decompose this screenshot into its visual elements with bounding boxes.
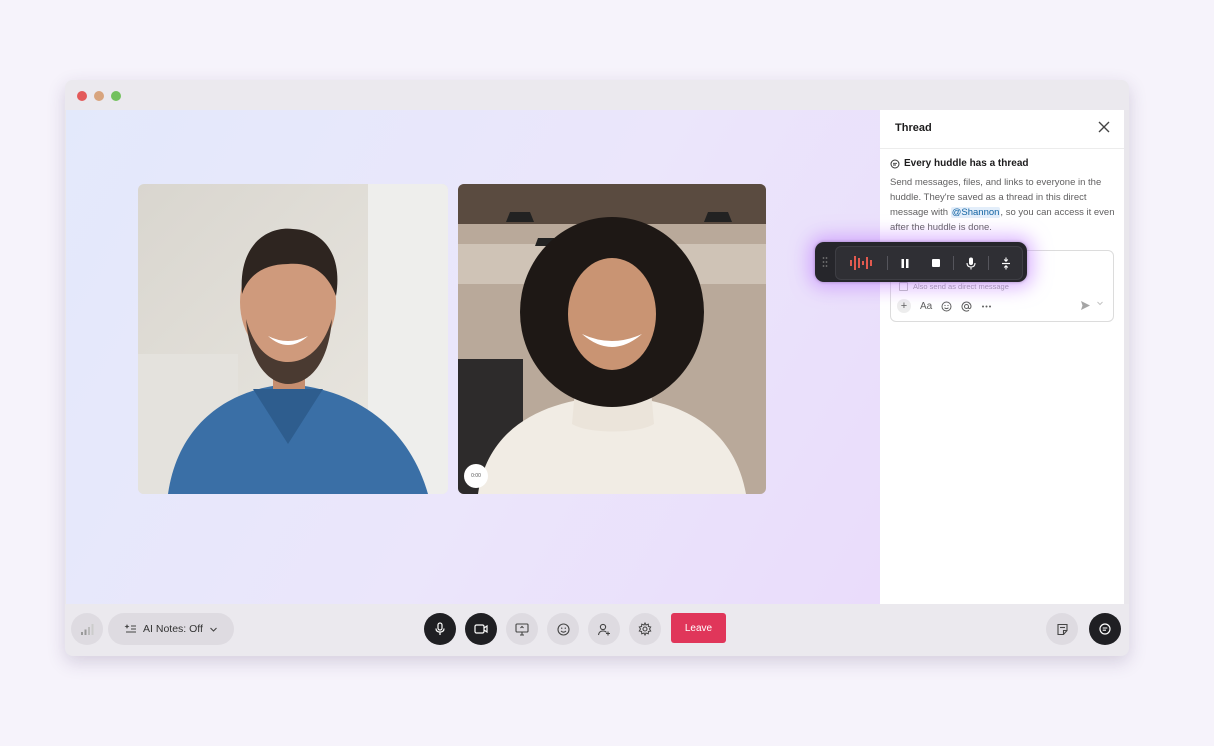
leave-button[interactable]: Leave [671, 613, 726, 643]
camera-button[interactable] [465, 613, 497, 645]
thread-panel: Thread Every huddle has a thread Send me… [880, 110, 1124, 604]
video-stage: 0:00 [66, 110, 880, 604]
title-bar [65, 80, 1129, 110]
thread-toggle-button[interactable] [1089, 613, 1121, 645]
also-send-checkbox[interactable]: Also send as direct message [899, 282, 1009, 291]
ai-notes-label: AI Notes: Off [143, 623, 203, 635]
pause-recording-button[interactable] [897, 255, 913, 271]
emoji-icon[interactable] [941, 301, 952, 312]
thread-info-title: Every huddle has a thread [904, 158, 1029, 169]
mute-button[interactable] [424, 613, 456, 645]
mention-icon[interactable] [961, 301, 972, 312]
add-attachment-button[interactable]: + [897, 299, 911, 313]
recording-mic-button[interactable] [963, 255, 979, 271]
camera-icon [474, 624, 488, 634]
recording-waveform [848, 255, 876, 271]
video-tile-participant-2[interactable]: 0:00 [458, 184, 766, 494]
close-window-button[interactable] [77, 91, 87, 101]
close-icon [1098, 121, 1110, 133]
stop-recording-button[interactable] [928, 255, 944, 271]
microphone-icon [435, 622, 445, 635]
collapse-icon [1002, 257, 1010, 269]
mention-link[interactable]: @Shannon [950, 207, 1001, 218]
send-button[interactable] [1080, 300, 1091, 314]
separator [953, 256, 954, 270]
chevron-down-icon [1097, 301, 1103, 306]
chevron-down-icon [210, 627, 217, 632]
separator [988, 256, 989, 270]
pause-icon [901, 258, 909, 268]
thread-title: Thread [895, 122, 932, 134]
checkbox-box[interactable] [899, 282, 908, 291]
reactions-button[interactable] [547, 613, 579, 645]
ai-notes-icon [124, 624, 137, 633]
send-options-button[interactable] [1096, 299, 1104, 309]
invite-people-button[interactable] [588, 613, 620, 645]
participant-1-video [138, 184, 448, 494]
settings-button[interactable] [629, 613, 661, 645]
participant-2-video [458, 184, 766, 494]
canvas-icon [1056, 623, 1068, 635]
thread-header: Thread [880, 110, 1124, 149]
settings-icon [638, 622, 652, 636]
thread-info-body: Send messages, files, and links to every… [890, 175, 1118, 235]
recording-controls [835, 246, 1023, 280]
stop-icon [932, 259, 940, 267]
microphone-icon [966, 257, 976, 269]
video-status-badge: 0:00 [464, 464, 488, 488]
recording-toolbar[interactable] [815, 242, 1027, 282]
composer-toolbar: + Aa [897, 299, 992, 313]
thread-icon [1099, 623, 1111, 635]
screen-share-icon [515, 622, 529, 636]
format-button[interactable]: Aa [920, 301, 932, 312]
more-icon[interactable] [981, 301, 992, 312]
send-icon [1081, 301, 1090, 310]
checkbox-label: Also send as direct message [913, 282, 1009, 291]
maximize-window-button[interactable] [111, 91, 121, 101]
ai-notes-button[interactable]: AI Notes: Off [108, 613, 234, 645]
thread-info-heading: Every huddle has a thread [890, 158, 1118, 169]
canvas-button[interactable] [1046, 613, 1078, 645]
grip-icon[interactable] [822, 256, 828, 268]
signal-icon [81, 624, 94, 635]
close-thread-button[interactable] [1096, 119, 1112, 135]
connection-status-button[interactable] [71, 613, 103, 645]
collapse-recording-button[interactable] [998, 255, 1014, 271]
thread-info: Every huddle has a thread Send messages,… [890, 158, 1118, 235]
add-people-icon [597, 623, 610, 635]
share-screen-button[interactable] [506, 613, 538, 645]
minimize-window-button[interactable] [94, 91, 104, 101]
huddle-controls: AI Notes: Off Leave [65, 604, 1129, 656]
emoji-icon [556, 622, 570, 636]
huddle-window: 0:00 Thread Every huddle has a thread Se… [65, 80, 1129, 656]
separator [887, 256, 888, 270]
video-tile-participant-1[interactable] [138, 184, 448, 494]
waveform-icon [850, 256, 872, 270]
thread-icon [890, 159, 900, 168]
